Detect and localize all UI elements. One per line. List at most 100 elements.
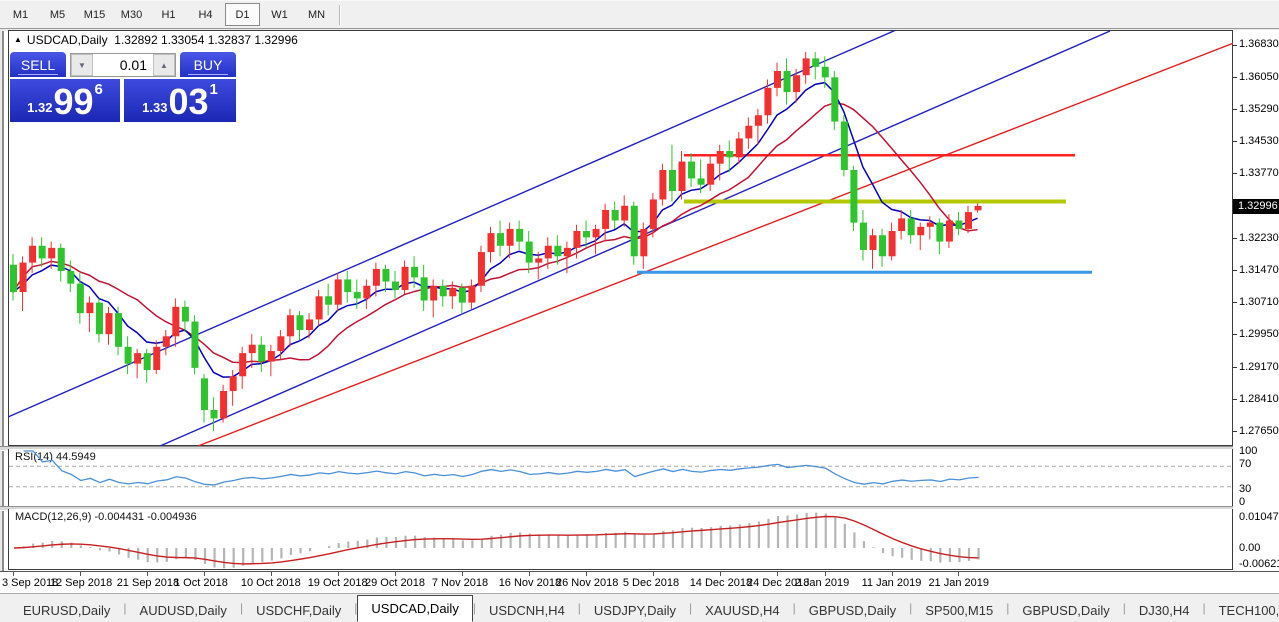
indicator-scale-label: 30 [1239,483,1251,495]
date-axis-tick [204,572,205,576]
symbol-tab-usdcnh-4[interactable]: USDCNH,H4 [476,599,578,622]
macd-signal-line [14,517,979,564]
macd-plot [9,509,1232,570]
date-axis-label: 21 Sep 2018 [117,577,179,589]
rsi-line [24,451,979,485]
rsi-plot [9,449,1232,506]
date-axis-tick [462,572,463,576]
symbol-tab-usdcad-3[interactable]: USDCAD,Daily [357,595,472,622]
buy-price-box[interactable]: 1.33 03 1 [124,79,236,122]
buy-button[interactable]: BUY [180,52,236,77]
date-axis-tick [653,572,654,576]
symbol-tab-usdchf-2[interactable]: USDCHF,Daily [243,599,354,622]
price-axis-tick [1233,238,1237,239]
date-axis-tick [825,572,826,576]
date-axis-label: 11 Jan 2019 [862,577,922,589]
price-axis-tick [1233,302,1237,303]
date-axis-tick [586,572,587,576]
symbol-tab-sp500-8[interactable]: SP500,M15 [912,599,1006,622]
price-axis-tick [1233,367,1237,368]
date-axis-tick [892,572,893,576]
symbol-tab-tech100-11[interactable]: TECH100,H1 [1206,599,1279,622]
symbol-tab-bar: EURUSD,Daily|AUDUSD,Daily|USDCHF,Daily|U… [0,593,1279,622]
chart-title-symbol: USDCAD,Daily [27,33,108,47]
date-axis[interactable]: 3 Sep 201812 Sep 201821 Sep 20181 Oct 20… [0,571,1279,594]
date-axis-tick [147,572,148,576]
timeframe-button-m15[interactable]: M15 [77,3,112,26]
chart-title: ▲ USDCAD,Daily 1.32892 1.33054 1.32837 1.… [14,33,298,47]
price-axis-tick [1233,77,1237,78]
date-axis-tick [395,572,396,576]
symbol-tab-eurusd-0[interactable]: EURUSD,Daily [10,599,123,622]
price-axis-tick [1233,173,1237,174]
date-axis-label: 1 Oct 2018 [174,577,228,589]
symbol-tab-gbpusd-9[interactable]: GBPUSD,Daily [1009,599,1122,622]
price-axis-label: 1.29170 [1239,361,1279,373]
timeframe-button-h1[interactable]: H1 [151,3,186,26]
price-axis-label: 1.28410 [1239,393,1279,405]
date-axis-tick [13,572,14,576]
fast-ma-line [13,83,978,377]
current-price-label: 1.32996 [1233,199,1279,214]
volume-down-icon[interactable]: ▼ [71,54,93,76]
symbol-tab-xauusd-6[interactable]: XAUUSD,H4 [692,599,792,622]
volume-stepper[interactable]: ▼ 0.01 ▲ [70,53,176,77]
macd-histogram [14,513,979,569]
timeframe-button-w1[interactable]: W1 [262,3,297,26]
date-axis-label: 7 Nov 2018 [432,577,488,589]
date-axis-label: 21 Jan 2019 [928,577,989,589]
price-axis-label: 1.35290 [1239,103,1279,115]
price-axis-tick [1233,334,1237,335]
symbol-tab-gbpusd-7[interactable]: GBPUSD,Daily [796,599,909,622]
volume-value[interactable]: 0.01 [93,54,153,76]
timeframe-button-m1[interactable]: M1 [3,3,38,26]
date-axis-tick [777,572,778,576]
indicator-scale-label: 0.00 [1239,542,1260,554]
date-axis-label: 5 Dec 2018 [623,577,679,589]
price-axis-tick [1233,270,1237,271]
price-axis-tick [1233,109,1237,110]
collapse-panel-icon[interactable]: ▲ [14,35,22,44]
symbol-tab-dj30-10[interactable]: DJ30,H4 [1126,599,1203,622]
volume-up-icon[interactable]: ▲ [153,54,175,76]
price-axis-label: 1.36050 [1239,71,1279,83]
indicator-scale-label: 100 [1239,445,1257,457]
price-axis-label: 1.30710 [1239,296,1279,308]
price-axis-label: 1.33770 [1239,167,1279,179]
timeframe-button-d1[interactable]: D1 [225,3,260,26]
chart-title-ohlc: 1.32892 1.33054 1.32837 1.32996 [114,33,298,47]
price-axis-label: 1.36830 [1239,38,1279,50]
date-axis-tick [271,572,272,576]
timeframe-button-m30[interactable]: M30 [114,3,149,26]
date-axis-tick [958,572,959,576]
date-axis-label: 10 Oct 2018 [241,577,301,589]
indicator-scale-label: 70 [1239,458,1251,470]
date-axis-tick [529,572,530,576]
date-axis-label: 29 Oct 2018 [365,577,425,589]
date-axis-label: 16 Nov 2018 [499,577,561,589]
price-axis-label: 1.34530 [1239,135,1279,147]
price-axis-tick [1233,141,1237,142]
price-axis-label: 1.32230 [1239,232,1279,244]
date-axis-tick [80,572,81,576]
price-axis-tick [1233,431,1237,432]
timeframe-button-mn[interactable]: MN [299,3,334,26]
red-trendline[interactable] [198,32,1233,446]
date-axis-label: 12 Sep 2018 [50,577,112,589]
symbol-tab-usdjpy-5[interactable]: USDJPY,Daily [581,599,689,622]
date-axis-label: 26 Nov 2018 [556,577,618,589]
symbol-tab-audusd-1[interactable]: AUDUSD,Daily [127,599,240,622]
date-axis-label: 14 Dec 2018 [690,577,752,589]
price-axis-label: 1.31470 [1239,264,1279,276]
toolbar-separator [339,5,341,25]
price-axis-tick [1233,45,1237,46]
timeframe-button-m5[interactable]: M5 [40,3,75,26]
sell-button[interactable]: SELL [10,52,66,77]
sell-price-box[interactable]: 1.32 99 6 [10,79,120,122]
timeframe-button-h4[interactable]: H4 [188,3,223,26]
price-axis-label: 1.27650 [1239,425,1279,437]
date-axis-label: 19 Oct 2018 [308,577,368,589]
indicator-scale-label: 0 [1239,496,1245,508]
date-axis-tick [720,572,721,576]
indicator-scale-label: 0.010474 [1239,511,1279,523]
